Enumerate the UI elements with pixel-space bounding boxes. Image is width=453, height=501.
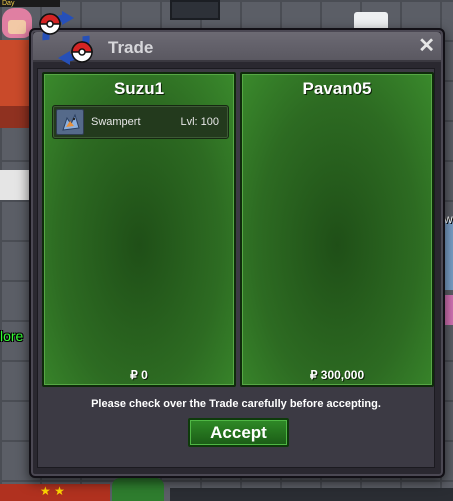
dark-map-object bbox=[170, 0, 220, 20]
left-player-name: Suzu1 bbox=[113, 79, 165, 98]
side-letter: w bbox=[444, 212, 453, 226]
right-player-name: Pavan05 bbox=[302, 79, 372, 98]
pokemon-name: Swampert bbox=[91, 116, 141, 128]
pokemon-slot[interactable]: Swampert Lvl: 100 bbox=[52, 105, 229, 139]
trade-panel-left: Suzu1 Swampert Lvl: 100 ₽ 0 bbox=[42, 72, 236, 387]
right-money-offer: ₽ 300,000 bbox=[309, 368, 365, 382]
trade-title: Trade bbox=[108, 38, 154, 57]
trade-logo-icon bbox=[36, 10, 96, 66]
accept-button[interactable]: Accept bbox=[188, 418, 289, 447]
pokemon-level: Lvl: 100 bbox=[180, 116, 219, 128]
green-bush bbox=[112, 478, 164, 501]
swampert-sprite-icon bbox=[56, 109, 84, 135]
left-money-offer: ₽ 0 bbox=[130, 368, 148, 382]
bottom-left-banner bbox=[0, 484, 110, 501]
trade-notice: Please check over the Trade carefully be… bbox=[91, 398, 381, 410]
player-name-tag: Day bbox=[0, 0, 60, 7]
player-name-tag-text: Day bbox=[2, 0, 15, 7]
close-button[interactable]: ✕ bbox=[418, 36, 435, 56]
trade-window: Trade ✕ Suzu1 Swampert Lvl: 100 ₽ 0 Pava… bbox=[29, 28, 445, 478]
player-character-face bbox=[8, 20, 26, 34]
trade-panel-right: Pavan05 ₽ 300,000 bbox=[240, 72, 434, 387]
bottom-dark-strip bbox=[170, 488, 453, 501]
side-more-link[interactable]: lore bbox=[0, 328, 23, 344]
trade-body: Suzu1 Swampert Lvl: 100 ₽ 0 Pavan05 ₽ 30… bbox=[37, 68, 435, 468]
